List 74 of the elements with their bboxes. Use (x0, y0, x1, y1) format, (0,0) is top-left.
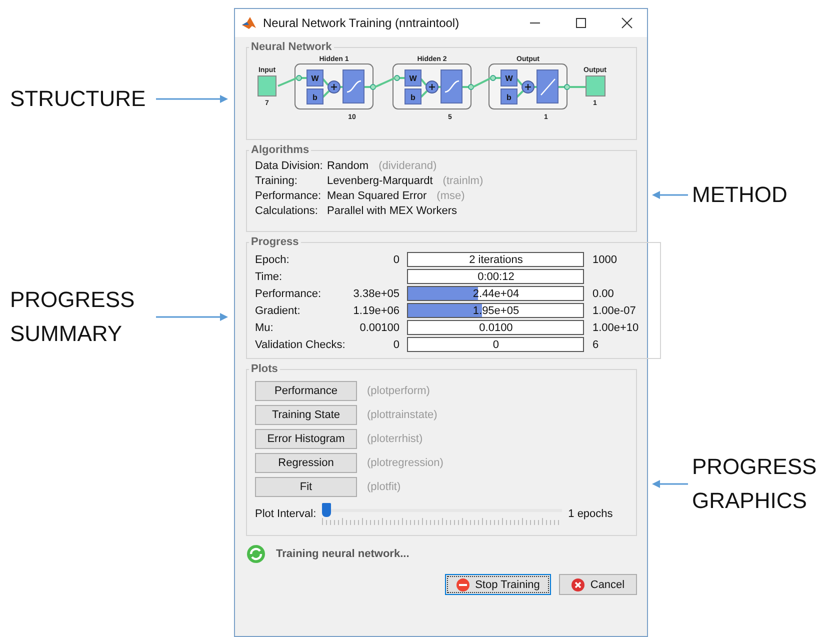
field-label: Training: (255, 175, 298, 187)
plot-button[interactable]: Fit (255, 477, 357, 497)
interval-slider[interactable] (322, 503, 562, 525)
annotation-label: STRUCTURE (10, 85, 147, 113)
min-value: 0 (393, 338, 400, 350)
annotation-label: METHOD (692, 181, 788, 209)
app-logo-icon (241, 16, 257, 30)
output-node (586, 76, 606, 96)
plot-button[interactable]: Error Histogram (255, 429, 357, 449)
panel-title: Algorithms (250, 144, 310, 156)
min-value: 1.19e+06 (353, 304, 400, 316)
cancel-icon (571, 578, 586, 592)
weight-label: W (409, 74, 417, 83)
min-value: 3.38e+05 (353, 288, 400, 300)
annotation-label: PROGRESS SUMMARY (10, 286, 136, 348)
field-label: Time: (255, 270, 284, 282)
function-name: (plottrainstate) (367, 409, 438, 421)
weight-label: W (311, 74, 319, 83)
field-label: Plot Interval: (255, 508, 316, 520)
field-value: Parallel with MEX Workers (327, 205, 457, 217)
annotation-label: PROGRESS GRAPHICS (692, 453, 818, 515)
function-name: (trainlm) (442, 175, 484, 187)
field-label: Validation Checks: (255, 338, 346, 350)
arrow-icon (652, 190, 688, 200)
plot-button[interactable]: Regression (255, 453, 357, 473)
field-label: Epoch: (255, 254, 290, 266)
panel-title: Plots (250, 363, 279, 375)
function-name: (dividerand) (378, 160, 437, 172)
interval-value: 1 epochs (568, 508, 613, 520)
field-label: Calculations: (255, 205, 319, 217)
min-value: 0.00100 (360, 322, 400, 334)
max-value: 1.00e+10 (592, 322, 639, 334)
field-value: Mean Squared Error (327, 190, 427, 202)
field-label: Performance: (255, 190, 322, 202)
connector-line (374, 77, 396, 88)
recycle-icon (246, 544, 266, 564)
field-label: Gradient: (255, 304, 302, 316)
min-value: 0 (393, 254, 400, 266)
panel-title: Progress (250, 236, 300, 248)
cancel-button[interactable]: Cancel (559, 574, 637, 595)
weight-label: W (505, 74, 513, 83)
bias-label: b (410, 93, 416, 102)
function-name: (plotperform) (367, 385, 430, 397)
arrow-icon (652, 479, 688, 489)
field-label: Performance: (255, 288, 322, 300)
maximize-icon[interactable] (575, 17, 587, 29)
max-value: 1000 (592, 254, 617, 266)
panel-title: Neural Network (250, 41, 333, 53)
field-label: Data Division: (255, 160, 324, 172)
plot-button[interactable]: Performance (255, 381, 357, 401)
window-title: Neural Network Training (nntraintool) (263, 16, 460, 30)
stop-icon (456, 578, 470, 592)
stop-button[interactable]: Stop Training (445, 574, 551, 595)
function-name: (mse) (436, 190, 465, 202)
plot-button[interactable]: Training State (255, 405, 357, 425)
status-text: Training neural network... (276, 548, 410, 560)
connector-line (472, 77, 492, 88)
max-value: 1.00e-07 (592, 304, 636, 316)
bias-label: b (506, 93, 512, 102)
field-value: Levenberg-Marquardt (327, 175, 433, 187)
close-icon[interactable] (621, 17, 633, 29)
max-value: 0.00 (592, 288, 614, 300)
max-value: 6 (592, 338, 599, 350)
input-node (258, 76, 276, 96)
field-value: Random (327, 160, 369, 172)
connector-line (569, 86, 586, 88)
bias-label: b (312, 93, 318, 102)
field-label: Mu: (255, 322, 274, 334)
function-name: (ploterrhist) (367, 433, 423, 445)
function-name: (plotregression) (367, 457, 444, 469)
function-name: (plotfit) (367, 481, 401, 493)
arrow-icon (156, 94, 228, 104)
arrow-icon (156, 312, 228, 322)
connector-line (278, 77, 298, 87)
